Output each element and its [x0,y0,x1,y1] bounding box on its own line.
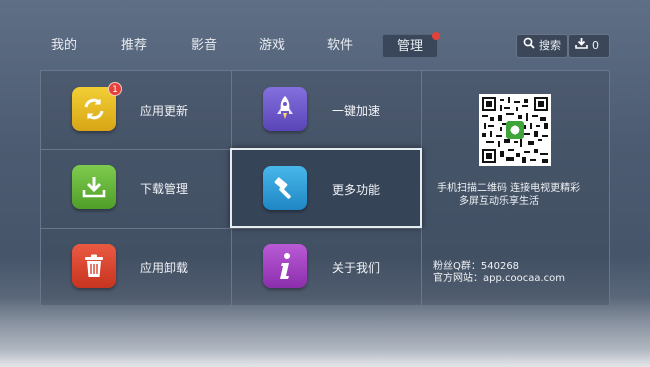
download-count: 0 [592,39,599,52]
trash-icon [72,244,116,288]
hammer-icon [263,166,307,210]
app-tile-label: 关于我们 [332,261,381,275]
rocket-icon [263,87,307,131]
download-button[interactable]: 0 [568,34,610,58]
app-tile-uninstall[interactable]: 应用卸载 [41,229,230,305]
tab-manage-label: 管理 [396,39,423,54]
app-tile-update[interactable]: 1 应用更新 [41,71,230,149]
search-label: 搜索 [539,39,561,52]
app-tile-label: 下载管理 [140,182,189,196]
tab-games[interactable]: 游戏 [252,34,292,58]
tab-media[interactable]: 影音 [184,34,224,58]
search-button[interactable]: 搜索 [516,34,568,58]
app-tile-downloads[interactable]: 下载管理 [41,150,230,228]
tab-recommend[interactable]: 推荐 [114,34,154,58]
tab-mine[interactable]: 我的 [44,34,84,58]
bottom-fade [0,297,650,367]
app-tile-label: 应用卸载 [140,261,189,275]
download-icon [575,35,588,57]
app-tile-label: 一键加速 [332,104,381,118]
official-site-link[interactable]: 官方网站：app.coocaa.com [433,269,565,284]
search-icon [523,35,535,57]
app-tile-about[interactable]: 关于我们 [232,229,421,305]
update-badge: 1 [108,82,122,96]
tab-manage[interactable]: 管理 [382,32,440,58]
tab-software[interactable]: 软件 [320,34,360,58]
download-manager-icon [72,165,116,209]
app-tile-more-features[interactable]: 更多功能 [230,148,422,228]
app-tile-speedup[interactable]: 一键加速 [232,71,421,149]
qr-caption-line2: 多屏互动乐享生活 [459,196,539,207]
qr-code [479,94,551,166]
app-tile-label: 更多功能 [332,183,381,197]
info-icon [263,244,307,288]
app-tile-label: 应用更新 [140,104,189,118]
notification-dot [432,32,440,40]
